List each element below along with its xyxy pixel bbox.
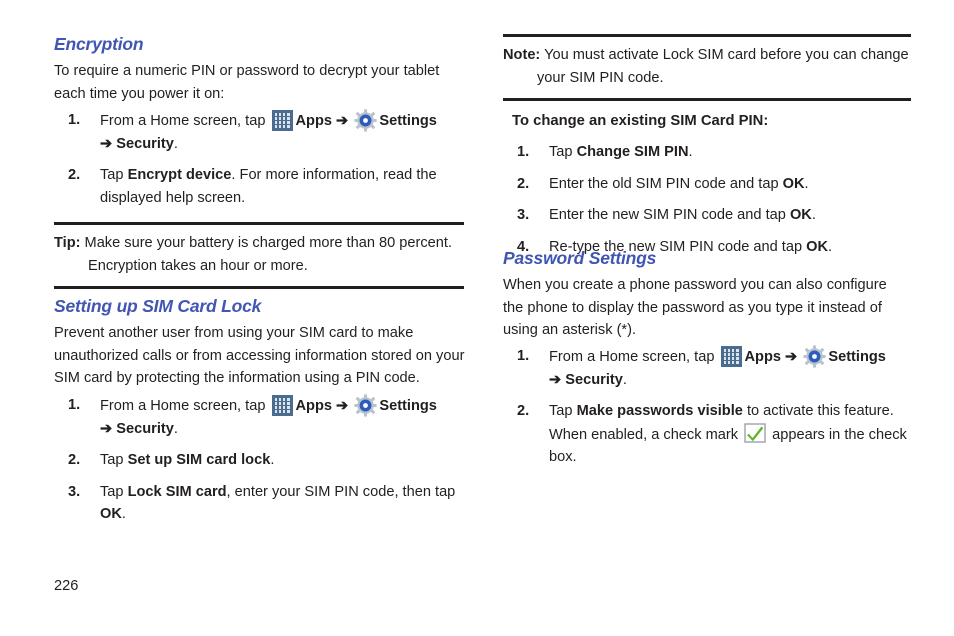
step-continuation: ➔ Security. (100, 418, 466, 441)
step-text-post: , enter your SIM PIN code, then tap (226, 483, 456, 500)
arrow-icon: ➔ (332, 113, 353, 129)
step-number: 2. (68, 167, 81, 183)
list-item: 2. Enter the old SIM PIN code and tap OK… (503, 173, 903, 196)
step-continuation: ➔ Security. (549, 369, 913, 392)
step-bold-term: Encrypt device (127, 167, 232, 183)
step-text-pre: From a Home screen, tap (100, 113, 270, 129)
apps-grid-icon (720, 346, 742, 367)
step-text-post: . (804, 175, 809, 192)
step-bold-term: Lock SIM card (127, 483, 227, 500)
step-text-post: . (622, 371, 627, 388)
password-intro-text: When you create a phone password you can… (503, 277, 887, 338)
step-number: 3. (517, 207, 530, 223)
subheading-change-sim-pin: To change an existing SIM Card PIN: (512, 113, 769, 129)
arrow-icon: ➔ (781, 349, 802, 365)
list-item: 2. Tap Encrypt device. For more informat… (54, 164, 466, 209)
section-title-password-settings: Password Settings (503, 248, 657, 268)
security-label: Security (116, 420, 174, 437)
step-text-post: . (173, 135, 178, 152)
step-bold-term: Change SIM PIN (576, 144, 689, 160)
apps-grid-icon (271, 395, 293, 416)
settings-gear-icon (354, 394, 377, 417)
step-bold-term-2: OK (100, 506, 122, 522)
step-text-pre: Tap (549, 144, 577, 160)
page-number: 226 (54, 578, 79, 594)
list-item: 1. From a Home screen, tap Apps ➔ Settin… (54, 394, 466, 440)
settings-gear-icon (354, 109, 377, 132)
step-text-pre: Tap (100, 167, 128, 183)
note-callout: Note: You must activate Lock SIM card be… (503, 34, 911, 101)
security-label: Security (116, 135, 174, 152)
step-text-pre: Enter the new SIM PIN code and tap (549, 207, 790, 223)
green-checkmark-icon (744, 422, 766, 443)
page-title-encryption: Encryption (54, 34, 144, 54)
tip-text: Tip: Make sure your battery is charged m… (54, 232, 464, 277)
list-item: 1. From a Home screen, tap Apps ➔ Settin… (54, 109, 466, 155)
sim-steps-list: 1. From a Home screen, tap Apps ➔ Settin… (54, 390, 466, 526)
step-bold-term: OK (782, 175, 805, 192)
step-text-pre: Tap (549, 403, 577, 419)
encryption-intro-text: To require a numeric PIN or password to … (54, 63, 440, 102)
step-continuation: ➔ Security. (100, 133, 466, 156)
settings-label: Settings (379, 113, 437, 129)
note-text: Note: You must activate Lock SIM card be… (503, 44, 911, 89)
step-text-pre: From a Home screen, tap (100, 398, 270, 414)
security-label: Security (565, 371, 623, 388)
encryption-steps-list: 1. From a Home screen, tap Apps ➔ Settin… (54, 105, 466, 209)
apps-label: Apps (295, 113, 332, 129)
step-bold-term: Make passwords visible (576, 403, 743, 419)
apps-label: Apps (744, 349, 781, 365)
step-text-pre: Tap (100, 483, 128, 500)
list-item: 2. Tap Make passwords visible to activat… (503, 400, 913, 469)
step-bold-term: OK (806, 238, 829, 255)
apps-label: Apps (295, 398, 332, 414)
arrow-icon: ➔ (100, 420, 113, 437)
step-number: 1. (517, 348, 530, 364)
settings-label: Settings (828, 349, 886, 365)
list-item: 1. Tap Change SIM PIN. (503, 141, 903, 164)
arrow-icon: ➔ (332, 398, 353, 414)
tip-body: Make sure your battery is charged more t… (80, 235, 453, 274)
step-text-pre: Tap (100, 452, 128, 468)
note-body: You must activate Lock SIM card before y… (537, 47, 909, 86)
note-label: Note: (503, 47, 541, 63)
step-number: 2. (517, 403, 530, 419)
step-text-pre: From a Home screen, tap (549, 349, 719, 365)
manual-page: Encryption To require a numeric PIN or p… (0, 0, 954, 636)
step-number: 2. (517, 175, 530, 192)
step-number: 3. (68, 483, 81, 500)
list-item: 3. Tap Lock SIM card, enter your SIM PIN… (54, 481, 466, 526)
arrow-icon: ➔ (100, 135, 113, 152)
list-item: 3. Enter the new SIM PIN code and tap OK… (503, 204, 903, 227)
step-bold-term: Set up SIM card lock (127, 452, 271, 468)
list-item: 1. From a Home screen, tap Apps ➔ Settin… (503, 345, 913, 391)
step-number: 2. (68, 452, 81, 468)
step-text-post: . (173, 420, 178, 437)
section-title-sim-card-lock: Setting up SIM Card Lock (54, 296, 262, 316)
step-text-post: . (811, 207, 816, 223)
step-text-post: . (828, 238, 833, 255)
step-bold-term: OK (789, 207, 812, 223)
list-item: 2. Tap Set up SIM card lock. (54, 449, 466, 472)
step-text-post: . (270, 452, 275, 468)
pin-steps-list: 1. Tap Change SIM PIN. 2. Enter the old … (503, 137, 903, 258)
step-text-pre: Enter the old SIM PIN code and tap (549, 175, 783, 192)
settings-label: Settings (379, 398, 437, 414)
step-number: 1. (517, 144, 530, 160)
step-text-post-2: . (121, 506, 126, 522)
tip-callout: Tip: Make sure your battery is charged m… (54, 222, 464, 289)
step-text-post: . (688, 144, 693, 160)
settings-gear-icon (803, 345, 826, 368)
password-steps-list: 1. From a Home screen, tap Apps ➔ Settin… (503, 341, 913, 469)
step-number: 1. (68, 112, 81, 128)
apps-grid-icon (271, 110, 293, 131)
tip-label: Tip: (54, 235, 81, 251)
step-number: 1. (68, 397, 81, 413)
arrow-icon: ➔ (549, 371, 562, 388)
sim-intro-text: Prevent another user from using your SIM… (54, 325, 465, 386)
